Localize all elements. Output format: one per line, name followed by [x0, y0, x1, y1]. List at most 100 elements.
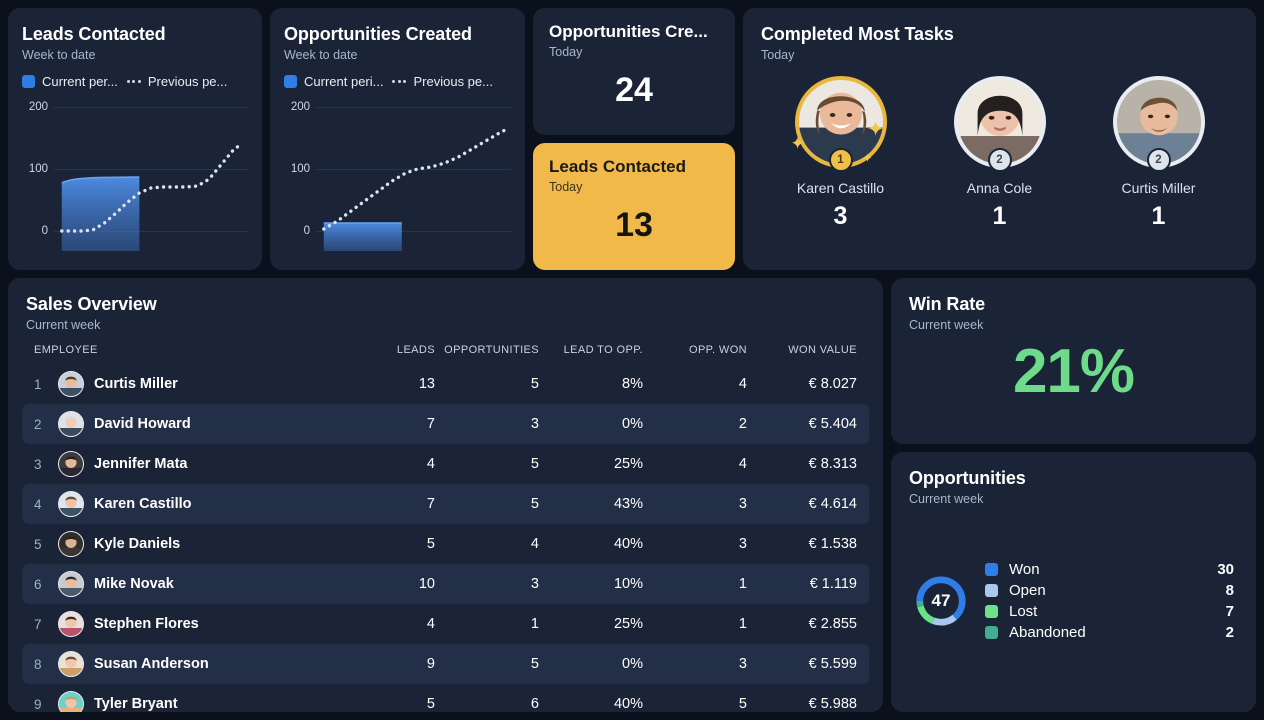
opportunities-panel-subtitle: Current week: [909, 492, 984, 506]
leads-chart-subtitle: Week to date: [22, 48, 96, 62]
column-header-leads[interactable]: LEADS: [331, 344, 435, 356]
cell-leads: 7: [426, 496, 435, 512]
leads-chart-plot: 200 100 0: [22, 99, 248, 251]
dotted-line-icon: [392, 80, 407, 83]
legend-swatch-icon: [284, 75, 297, 88]
kpi-opportunities-created-card[interactable]: Opportunities Cre... Today 24: [533, 8, 735, 135]
cell-employee-name: Curtis Miller: [94, 376, 178, 392]
column-header-opp-won[interactable]: OPP. WON: [643, 344, 747, 356]
legend-row[interactable]: Won 30: [985, 559, 1234, 580]
cell-leads: 7: [426, 416, 435, 432]
y-tick-0: 0: [41, 225, 48, 237]
table-row[interactable]: 5 Kyle Daniels 5 4 40% 3 € 1.538: [22, 524, 869, 564]
cell-won-value: € 8.313: [808, 456, 857, 472]
dashboard-root: Leads Contacted Week to date Current per…: [0, 0, 1264, 720]
legend-label-previous: Previous pe...: [413, 74, 493, 89]
cell-employee-name: Kyle Daniels: [94, 536, 181, 552]
cell-rank: 3: [34, 456, 42, 472]
legend-row[interactable]: Open 8: [985, 580, 1234, 601]
avatar-wrap: 2: [1112, 76, 1205, 172]
cell-opportunities: 1: [530, 616, 539, 632]
kpi-leads-contacted-card[interactable]: Leads Contacted Today 13: [533, 143, 735, 270]
table-row[interactable]: 6 Mike Novak 10 3 10% 1 € 1.119: [22, 564, 869, 604]
sales-overview-card[interactable]: Sales Overview Current week EMPLOYEE LEA…: [8, 278, 883, 712]
cell-opp-won: 3: [738, 656, 747, 672]
cell-employee-name: Stephen Flores: [94, 616, 199, 632]
table-row[interactable]: 7 Stephen Flores 4 1 25% 1 € 2.855: [22, 604, 869, 644]
legend-swatch-icon: [22, 75, 35, 88]
legend-item-previous[interactable]: Previous pe...: [392, 74, 493, 89]
rank-badge: 1: [828, 148, 853, 172]
cell-lead-to-opp: 43%: [613, 496, 643, 512]
legend-count: 30: [1217, 561, 1234, 578]
cell-employee: 7 Stephen Flores: [34, 611, 331, 637]
avatar-wrap: 2: [953, 76, 1046, 172]
opportunities-chart-subtitle: Week to date: [284, 48, 358, 62]
avatar-wrap: 1 ✦ ✦ ✦: [791, 76, 887, 172]
table-row[interactable]: 3 Jennifer Mata 4 5 25% 4 € 8.313: [22, 444, 869, 484]
opportunities-breakdown-card[interactable]: Opportunities Current week 47 Won 30 Open 8…: [891, 452, 1256, 712]
dotted-line-icon: [126, 80, 141, 83]
table-row[interactable]: 1 Curtis Miller 13 5 8% 4 € 8.027: [22, 364, 869, 404]
opportunities-chart-title: Opportunities Created: [284, 24, 472, 44]
legend-label-current: Current peri...: [304, 74, 384, 89]
legend-item-current[interactable]: Current peri...: [284, 74, 383, 89]
y-tick-100: 100: [28, 163, 48, 175]
avatar: [58, 651, 84, 677]
bottom-row: Sales Overview Current week EMPLOYEE LEA…: [8, 278, 1256, 712]
legend-count: 8: [1225, 582, 1234, 599]
legend-row[interactable]: Abandoned 2: [985, 622, 1234, 643]
column-header-opportunities[interactable]: OPPORTUNITIES: [435, 344, 539, 356]
win-rate-card[interactable]: Win Rate Current week 21%: [891, 278, 1256, 444]
column-header-lead-to-opp[interactable]: LEAD TO OPP.: [539, 344, 643, 356]
right-column: Win Rate Current week 21% Opportunities …: [891, 278, 1256, 712]
cell-rank: 5: [34, 536, 42, 552]
podium-name: Karen Castillo: [796, 180, 885, 196]
table-body: 1 Curtis Miller 13 5 8% 4 € 8.027 2 David Howard…: [22, 364, 869, 712]
legend-item-previous[interactable]: Previous pe...: [126, 74, 227, 89]
podium-person-1[interactable]: 1 ✦ ✦ ✦ Karen Castillo 3: [761, 76, 920, 231]
cell-rank: 6: [34, 576, 42, 592]
legend-count: 7: [1225, 603, 1234, 620]
cell-rank: 1: [34, 376, 42, 392]
kpi-opportunities-title: Opportunities Cre...: [549, 22, 708, 41]
podium-name: Anna Cole: [966, 180, 1033, 196]
avatar: [58, 371, 84, 397]
avatar: [58, 411, 84, 437]
avatar: [58, 611, 84, 637]
cell-lead-to-opp: 0%: [622, 416, 643, 432]
podium-person-3[interactable]: 2 Curtis Miller 1: [1079, 76, 1238, 231]
avatar: [58, 571, 84, 597]
y-tick-100: 100: [290, 163, 310, 175]
table-row[interactable]: 4 Karen Castillo 7 5 43% 3 € 4.614: [22, 484, 869, 524]
cell-opportunities: 3: [530, 416, 539, 432]
cell-employee: 2 David Howard: [34, 411, 331, 437]
cell-employee-name: Karen Castillo: [94, 496, 192, 512]
podium-name: Curtis Miller: [1121, 180, 1196, 196]
cell-won-value: € 4.614: [808, 496, 857, 512]
table-row[interactable]: 8 Susan Anderson 9 5 0% 3 € 5.599: [22, 644, 869, 684]
cell-opp-won: 4: [738, 376, 747, 392]
cell-leads: 5: [426, 536, 435, 552]
opportunities-created-chart-card[interactable]: Opportunities Created Week to date Curre…: [270, 8, 525, 270]
legend-row[interactable]: Lost 7: [985, 601, 1234, 622]
legend-label: Abandoned: [1009, 624, 1086, 641]
cell-opp-won: 3: [738, 496, 747, 512]
cell-lead-to-opp: 0%: [622, 656, 643, 672]
cell-employee-name: David Howard: [94, 416, 191, 432]
cell-rank: 4: [34, 496, 42, 512]
avatar: [58, 491, 84, 517]
podium-person-2[interactable]: 2 Anna Cole 1: [920, 76, 1079, 231]
table-row[interactable]: 9 Tyler Bryant 5 6 40% 5 € 5.988: [22, 684, 869, 712]
legend-swatch-icon: [985, 626, 998, 639]
leads-chart-legend: Current per... Previous pe...: [22, 74, 248, 89]
completed-most-tasks-card[interactable]: Completed Most Tasks Today 1 ✦ ✦ ✦ Karen…: [743, 8, 1256, 270]
table-row[interactable]: 2 David Howard 7 3 0% 2 € 5.404: [22, 404, 869, 444]
leads-contacted-chart-card[interactable]: Leads Contacted Week to date Current per…: [8, 8, 262, 270]
cell-won-value: € 5.599: [808, 656, 857, 672]
cell-employee: 9 Tyler Bryant: [34, 691, 331, 712]
cell-opp-won: 4: [738, 456, 747, 472]
column-header-employee[interactable]: EMPLOYEE: [34, 344, 331, 356]
column-header-won-value[interactable]: WON VALUE: [747, 344, 857, 356]
legend-item-current[interactable]: Current per...: [22, 74, 118, 89]
